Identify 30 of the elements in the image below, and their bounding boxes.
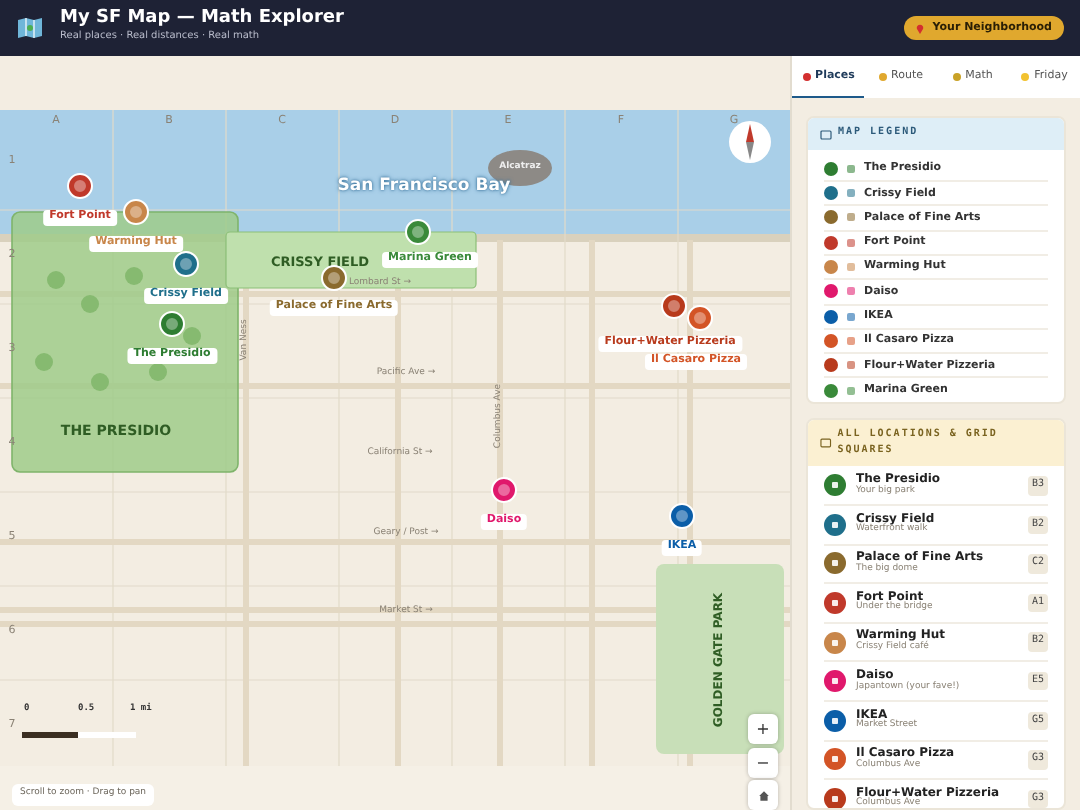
map-pin[interactable] xyxy=(669,503,695,529)
scale-bar xyxy=(22,732,136,739)
place-icon xyxy=(846,163,856,174)
compass-icon xyxy=(728,120,772,168)
place-icon xyxy=(846,335,856,346)
zoom-out-button[interactable]: − xyxy=(748,748,778,778)
water-label: San Francisco Bay xyxy=(337,177,511,195)
place-icon xyxy=(846,237,856,248)
place-icon xyxy=(846,212,856,223)
map-pin[interactable] xyxy=(661,293,687,319)
place-icon xyxy=(846,262,856,273)
tab-icon xyxy=(801,71,812,82)
place-icon xyxy=(846,385,856,396)
pin-icon xyxy=(916,23,925,33)
app-title: My SF Map — Math Explorer xyxy=(60,10,344,30)
legend-icon xyxy=(820,129,832,139)
tab-icon xyxy=(951,71,962,82)
map-pin[interactable] xyxy=(687,305,713,331)
tab-icon xyxy=(1020,71,1031,82)
zoom-in-button[interactable]: + xyxy=(748,714,778,744)
home-button[interactable] xyxy=(748,780,778,810)
map-pin[interactable] xyxy=(491,477,517,503)
place-icon xyxy=(846,286,856,297)
place-icon xyxy=(846,311,856,322)
place-icon xyxy=(846,360,856,371)
home-icon xyxy=(757,789,769,801)
tab-icon xyxy=(877,71,888,82)
map-icon xyxy=(16,16,44,40)
list-icon xyxy=(820,438,832,449)
place-icon xyxy=(846,188,856,199)
